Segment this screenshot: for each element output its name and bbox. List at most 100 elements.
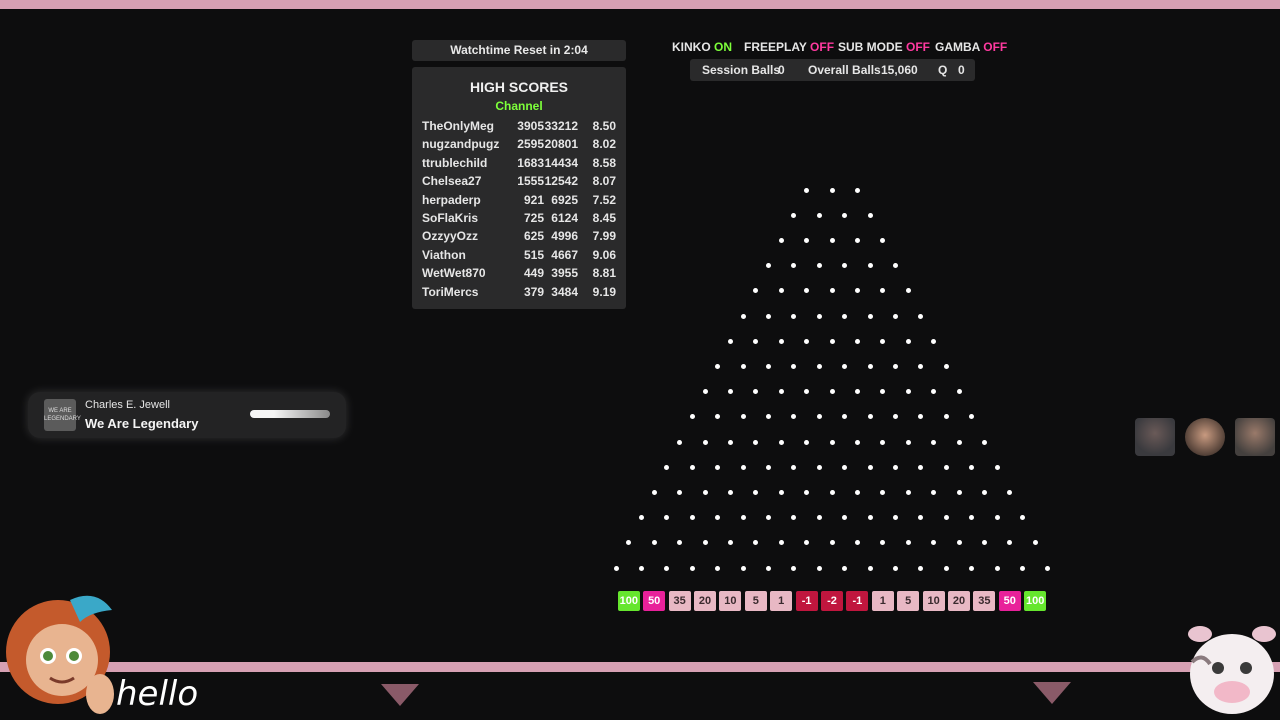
plinko-peg	[702, 439, 708, 445]
viewer-avatar	[1135, 418, 1175, 456]
plinko-peg	[956, 439, 962, 445]
plinko-peg	[867, 263, 873, 269]
prize-slot: -1	[846, 591, 869, 611]
plinko-peg	[905, 288, 911, 294]
plinko-peg	[753, 288, 759, 294]
plinko-board: 100 50 35 20 10 5 1 -1 -2 -1 1 5 10 20 35 50 100	[0, 0, 1280, 720]
plinko-peg	[778, 439, 784, 445]
plinko-peg	[994, 515, 1000, 521]
plinko-peg	[664, 515, 670, 521]
plinko-peg	[740, 313, 746, 319]
plinko-peg	[753, 439, 759, 445]
plinko-peg	[753, 489, 759, 495]
plinko-peg	[854, 389, 860, 395]
plinko-peg	[956, 540, 962, 546]
plinko-peg	[880, 288, 886, 294]
plinko-peg	[854, 338, 860, 344]
bottom-border-band	[0, 662, 1280, 672]
plinko-peg	[842, 263, 848, 269]
plinko-peg	[956, 389, 962, 395]
plinko-peg	[994, 464, 1000, 470]
viewer-avatar	[1185, 418, 1225, 456]
plinko-peg	[715, 515, 721, 521]
plinko-peg	[931, 338, 937, 344]
plinko-peg	[727, 439, 733, 445]
plinko-peg	[943, 515, 949, 521]
plinko-peg	[931, 540, 937, 546]
plinko-peg	[804, 237, 810, 243]
heart-icon	[381, 684, 419, 706]
now-playing-progress-bar	[250, 410, 330, 418]
plinko-peg	[893, 515, 898, 521]
plinko-peg	[969, 565, 975, 571]
prize-slot: 5	[744, 591, 767, 611]
plinko-peg	[613, 565, 619, 571]
prize-slot: 50	[643, 591, 666, 611]
plinko-peg	[905, 540, 911, 546]
prize-slot: 35	[973, 591, 996, 611]
plinko-peg	[829, 338, 835, 344]
plinko-peg	[766, 414, 771, 420]
plinko-peg	[816, 565, 822, 571]
plinko-peg	[867, 313, 873, 319]
plinko-peg	[918, 363, 924, 369]
plinko-peg	[753, 338, 759, 344]
plinko-peg	[766, 464, 771, 470]
plinko-peg	[893, 464, 898, 470]
plinko-peg	[931, 389, 937, 395]
plinko-peg	[816, 414, 822, 420]
plinko-peg	[804, 187, 810, 193]
plinko-peg	[931, 439, 937, 445]
plinko-peg	[702, 540, 708, 546]
plinko-peg	[816, 363, 822, 369]
plinko-peg	[854, 540, 860, 546]
prize-slot: 1	[770, 591, 793, 611]
plinko-peg	[1007, 540, 1013, 546]
plinko-peg	[981, 489, 987, 495]
plinko-peg	[918, 565, 924, 571]
plinko-peg	[842, 414, 848, 420]
plinko-peg	[893, 263, 898, 269]
plinko-peg	[677, 439, 683, 445]
plinko-peg	[1020, 565, 1025, 571]
plinko-peg	[994, 565, 1000, 571]
prize-slot: 100	[617, 591, 640, 611]
plinko-peg	[893, 565, 898, 571]
plinko-peg	[689, 515, 695, 521]
prize-slot: 10	[719, 591, 742, 611]
plinko-peg	[829, 237, 835, 243]
plinko-peg	[829, 288, 835, 294]
plinko-peg	[867, 414, 873, 420]
plinko-peg	[816, 263, 822, 269]
plinko-peg	[740, 363, 746, 369]
prize-slot: -2	[821, 591, 843, 611]
plinko-peg	[715, 414, 721, 420]
plinko-peg	[842, 212, 848, 218]
plinko-peg	[778, 237, 784, 243]
plinko-peg	[867, 515, 873, 521]
prize-slot: 20	[948, 591, 970, 611]
plinko-peg	[842, 363, 848, 369]
plinko-peg	[880, 540, 886, 546]
plinko-peg	[791, 565, 797, 571]
plinko-peg	[880, 439, 886, 445]
plinko-peg	[791, 212, 797, 218]
plinko-peg	[943, 565, 949, 571]
plinko-peg	[639, 565, 644, 571]
plinko-peg	[943, 363, 949, 369]
prize-slot: 5	[897, 591, 920, 611]
plinko-peg	[829, 187, 835, 193]
plinko-peg	[778, 540, 784, 546]
album-art: WE ARE LEGENDARY	[44, 399, 81, 431]
plinko-peg	[626, 540, 632, 546]
plinko-peg	[804, 439, 810, 445]
plinko-peg	[791, 363, 797, 369]
prize-slot: -1	[795, 591, 818, 611]
plinko-peg	[766, 515, 771, 521]
plinko-peg	[766, 565, 771, 571]
prize-slot: 20	[694, 591, 716, 611]
plinko-peg	[740, 515, 746, 521]
plinko-peg	[766, 363, 771, 369]
hello-overlay-text: hello	[116, 674, 199, 714]
plinko-peg	[854, 187, 860, 193]
